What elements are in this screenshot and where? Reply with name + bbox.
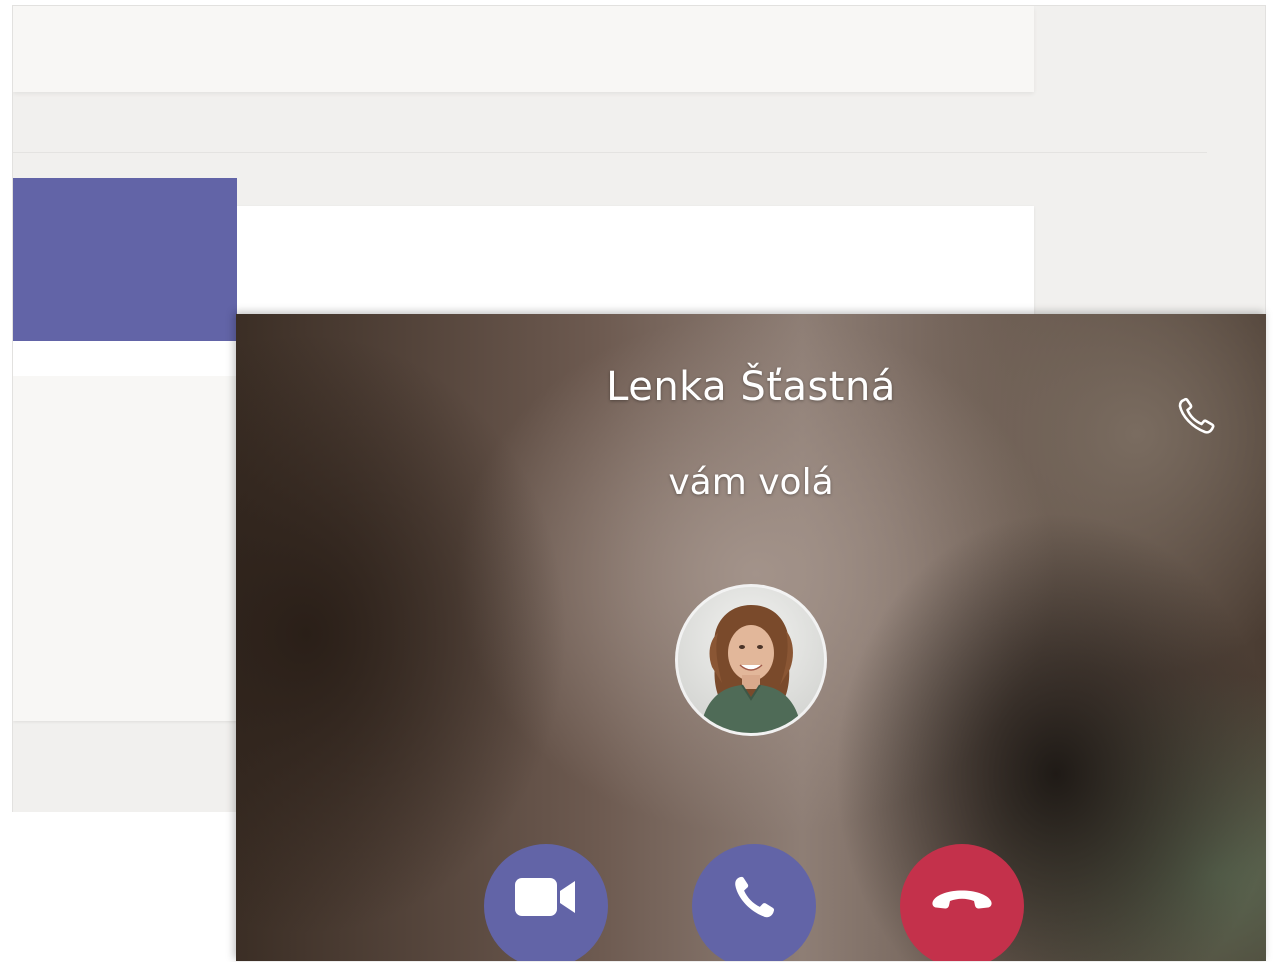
accept-audio-button[interactable] bbox=[692, 844, 816, 961]
divider bbox=[13, 152, 1207, 153]
lower-panel bbox=[0, 812, 240, 962]
hang-up-icon bbox=[927, 890, 997, 921]
call-status-text: vám volá bbox=[668, 462, 834, 503]
phone-outline-icon bbox=[1172, 392, 1220, 440]
phone-icon bbox=[726, 876, 782, 929]
caller-avatar bbox=[675, 584, 827, 736]
top-card bbox=[13, 6, 1034, 92]
caller-name: Lenka Šťastná bbox=[606, 364, 896, 410]
accept-video-button[interactable] bbox=[484, 844, 608, 961]
decline-call-button[interactable] bbox=[900, 844, 1024, 961]
video-camera-icon bbox=[513, 878, 579, 924]
accent-banner bbox=[13, 178, 237, 341]
incoming-call-notification[interactable]: Lenka Šťastná vám volá bbox=[236, 314, 1266, 961]
